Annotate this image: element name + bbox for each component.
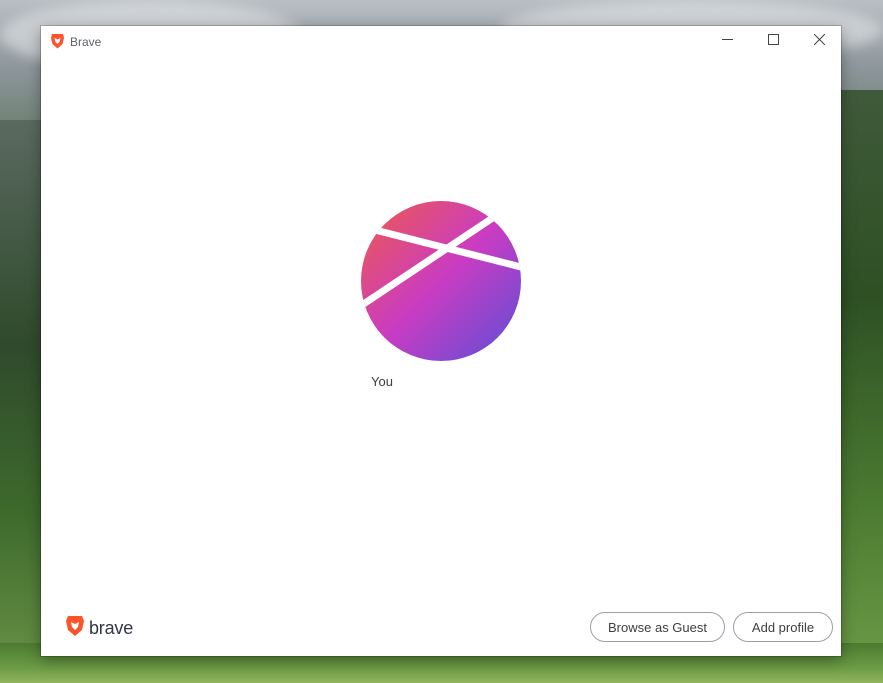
title-bar[interactable]: Brave <box>41 26 841 56</box>
brave-logo: brave <box>65 615 134 642</box>
profile-picker-window: Brave You brave Browse as Guest Add prof… <box>41 26 841 656</box>
window-title: Brave <box>70 35 102 49</box>
brave-wordmark: brave <box>89 617 134 638</box>
gradient-circle-avatar <box>361 201 521 361</box>
close-icon <box>813 32 825 50</box>
close-button[interactable] <box>796 26 842 56</box>
brave-lion-icon <box>50 33 65 49</box>
profile-name-label: You <box>371 374 393 389</box>
maximize-button[interactable] <box>750 26 796 56</box>
minimize-button[interactable] <box>704 26 750 56</box>
brave-lion-icon <box>65 615 85 642</box>
maximize-icon <box>767 32 779 50</box>
browse-as-guest-button[interactable]: Browse as Guest <box>590 612 725 642</box>
minimize-icon <box>721 32 733 50</box>
add-profile-button[interactable]: Add profile <box>733 612 833 642</box>
profile-avatar-button[interactable] <box>359 199 523 363</box>
